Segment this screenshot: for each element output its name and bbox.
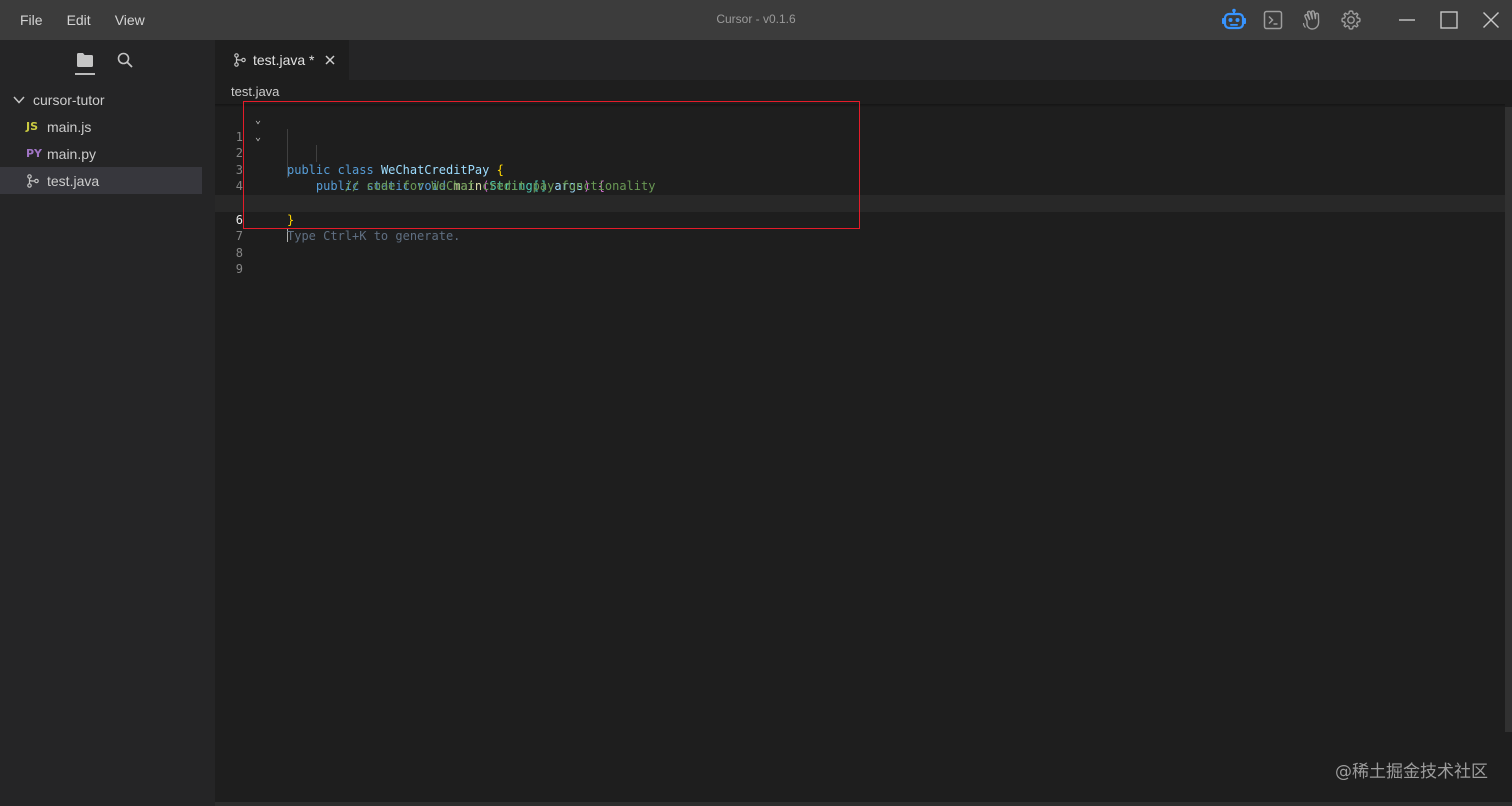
code-line: 8 [215,228,1505,260]
gear-icon[interactable] [1338,7,1364,33]
code-line-current[interactable]: 6 Type Ctrl+K to generate. [215,194,1505,243]
tab-label: test.java * [253,52,315,68]
breadcrumb-divider [215,104,1505,107]
editor-area: test.java * test.java 1 ⌄ public class W… [215,40,1512,806]
code-line: 9 [215,245,1505,276]
menu-view[interactable]: View [103,0,157,40]
line-number: 9 [235,262,243,277]
close-window-icon[interactable] [1470,0,1512,40]
tab-bar: test.java * [215,40,1512,80]
fold-chevron-icon[interactable]: ⌄ [255,130,261,147]
wave-hand-icon[interactable] [1299,7,1325,33]
close-tab-icon[interactable] [321,51,339,69]
active-view-indicator [75,73,95,75]
python-file-icon: PY [26,147,43,160]
search-icon[interactable] [113,48,137,72]
window-controls [1386,0,1512,40]
sidebar-toolbar [0,40,215,80]
terminal-icon[interactable] [1260,7,1286,33]
file-item-main-js[interactable]: JS main.js [0,113,202,140]
code-line: 4 } [215,162,1505,210]
chevron-down-icon [12,95,26,105]
menu-file[interactable]: File [8,0,55,40]
title-actions [1221,0,1364,40]
folder-icon[interactable] [73,48,97,72]
code-editor[interactable]: 1 ⌄ public class WeChatCreditPay { 2 ⌄ p… [215,112,1505,276]
breadcrumb[interactable]: test.java [231,84,279,99]
file-label: test.java [47,172,100,189]
fold-chevron-icon[interactable]: ⌄ [255,113,261,130]
sidebar: cursor-tutor JS main.js PY main.py test.… [0,40,215,806]
file-explorer: cursor-tutor JS main.js PY main.py test.… [0,87,215,194]
file-label: main.js [47,118,92,135]
code-line: 5 } [215,178,1505,227]
file-item-test-java[interactable]: test.java [0,167,202,194]
folder-label: cursor-tutor [33,92,105,108]
code-line: 7 [215,212,1505,243]
branch-icon [233,53,247,67]
folder-cursor-tutor[interactable]: cursor-tutor [0,87,215,113]
code-line: 1 ⌄ public class WeChatCreditPay { [215,112,1505,177]
file-item-main-py[interactable]: PY main.py [0,140,202,167]
file-label: main.py [47,145,97,162]
branch-icon [26,173,47,188]
minimize-icon[interactable] [1386,0,1428,40]
robot-icon[interactable] [1221,7,1247,33]
title-bar: File Edit View Cursor - v0.1.6 [0,0,1512,40]
menu-bar: File Edit View [8,0,157,40]
vertical-scrollbar[interactable] [1505,107,1512,732]
horizontal-scrollbar[interactable] [215,802,1512,806]
tab-test-java[interactable]: test.java * [215,40,349,80]
watermark: @稀土掘金技术社区 [1335,762,1488,782]
maximize-icon[interactable] [1428,0,1470,40]
js-file-icon: JS [26,120,39,133]
code-line: 2 ⌄ public static void main(String[] arg… [215,129,1505,194]
code-line: 3 // code for WeChat credit pay function… [215,145,1505,194]
menu-edit[interactable]: Edit [55,0,103,40]
